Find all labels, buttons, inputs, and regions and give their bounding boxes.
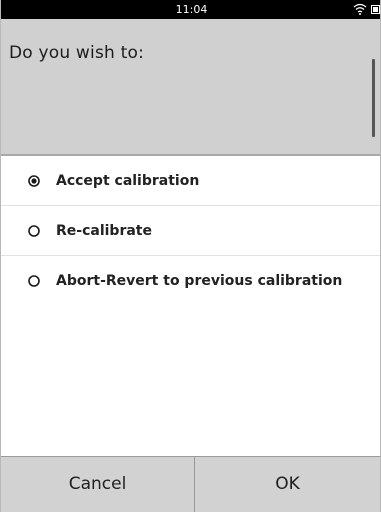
wifi-icon: [353, 3, 367, 15]
status-bar: 11:04: [1, 0, 380, 19]
option-abort-revert[interactable]: Abort-Revert to previous calibration: [1, 256, 380, 306]
option-list: Accept calibration Re-calibrate Abort-Re…: [1, 156, 380, 306]
radio-unselected-icon[interactable]: [28, 275, 40, 287]
radio-unselected-icon[interactable]: [28, 224, 40, 237]
option-accept-calibration[interactable]: Accept calibration: [1, 156, 380, 206]
option-re-calibrate[interactable]: Re-calibrate: [1, 206, 380, 256]
prompt-area: Do you wish to:: [1, 19, 380, 154]
option-label: Abort-Revert to previous calibration: [56, 273, 343, 289]
battery-icon: [371, 5, 380, 14]
button-bar: Cancel OK: [1, 456, 380, 512]
status-time: 11:04: [175, 3, 208, 16]
scroll-indicator: [372, 59, 375, 137]
prompt-text: Do you wish to:: [9, 43, 144, 63]
ok-button[interactable]: OK: [195, 457, 380, 512]
radio-selected-icon[interactable]: [28, 174, 40, 187]
option-label: Accept calibration: [56, 172, 200, 189]
option-label: Re-calibrate: [56, 222, 152, 239]
calibration-dialog-screen: 11:04 Do you wish to: Accept calibration: [0, 0, 381, 512]
cancel-button[interactable]: Cancel: [1, 457, 194, 512]
